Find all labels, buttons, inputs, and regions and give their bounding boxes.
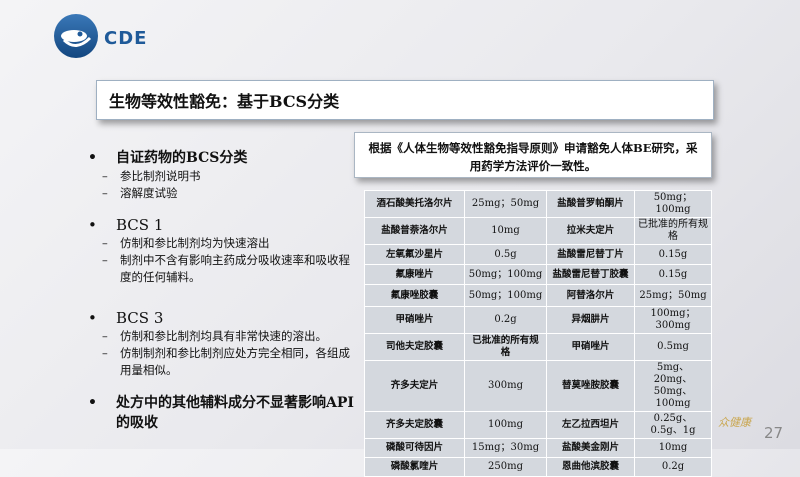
table-cell: 5mg、20mg、50mg、100mg [634, 360, 712, 412]
table-cell: 50mg；100mg [634, 190, 712, 218]
dash-icon: – [102, 186, 108, 200]
table-cell: 盐酸雷尼替丁片 [546, 244, 635, 265]
table-cell: 异烟肼片 [546, 306, 635, 334]
list-item-label: 自证药物的BCS分类 [116, 150, 248, 166]
table-cell: 0.15g [634, 264, 712, 285]
table-cell: 氟康唑片 [364, 264, 465, 285]
watermark-text: 众健康 [718, 416, 751, 429]
table-cell: 齐多夫定胶囊 [364, 411, 465, 439]
list-item: • BCS 3 [88, 308, 360, 328]
table-cell: 0.15g [634, 244, 712, 265]
table-cell: 氟康唑胶囊 [364, 284, 465, 307]
table-cell: 50mg；100mg [464, 284, 547, 307]
page-title: 生物等效性豁免：基于BCS分类 [109, 92, 340, 111]
sub-item: – 溶解度试验 [88, 185, 360, 202]
page-number: 27 [764, 424, 784, 442]
table-cell: 拉米夫定片 [546, 217, 635, 245]
sub-item-label: 参比制剂说明书 [120, 169, 201, 183]
bullet-icon: • [88, 150, 97, 166]
logo-text: CDE [104, 28, 148, 49]
table-cell: 左乙拉西坦片 [546, 411, 635, 439]
table-cell: 甲硝唑片 [546, 333, 635, 361]
table-row: 酒石酸美托洛尔片 25mg；50mg 盐酸普罗帕酮片 50mg；100mg [364, 190, 712, 218]
drug-table: 酒石酸美托洛尔片 25mg；50mg 盐酸普罗帕酮片 50mg；100mg 盐酸… [364, 190, 712, 477]
table-cell: 0.2g [464, 306, 547, 334]
table-row: 氟康唑片 50mg；100mg 盐酸雷尼替丁胶囊 0.15g [364, 264, 712, 285]
note-box: 根据《人体生物等效性豁免指导原则》申请豁免人体BE研究，采用药学方法评价一致性。 [354, 132, 712, 178]
table-row: 盐酸普萘洛尔片 10mg 拉米夫定片 已批准的所有规格 [364, 217, 712, 245]
table-cell: 盐酸雷尼替丁胶囊 [546, 264, 635, 285]
list-item-label: BCS 3 [116, 309, 164, 327]
bullet-icon: • [88, 216, 97, 234]
table-cell: 100mg [464, 411, 547, 439]
table-cell: 10mg [464, 217, 547, 245]
table-cell: 0.5g [464, 244, 547, 265]
table-row: 甲硝唑片 0.2g 异烟肼片 100mg；300mg [364, 306, 712, 334]
bullet-icon: • [88, 395, 97, 411]
sub-item-label: 仿制和参比制剂均为快速溶出 [120, 236, 270, 250]
table-row: 磷酸可待因片 15mg；30mg 盐酸美金刚片 10mg [364, 438, 712, 458]
table-cell: 已批准的所有规格 [464, 333, 547, 361]
table-cell: 100mg；300mg [634, 306, 712, 334]
table-cell: 盐酸普萘洛尔片 [364, 217, 465, 245]
bullet-icon: • [88, 309, 97, 327]
sub-item: – 仿制和参比制剂均为快速溶出 [88, 235, 360, 252]
list-item: • 自证药物的BCS分类 [88, 148, 360, 168]
table-cell: 已批准的所有规格 [634, 217, 712, 245]
table-cell: 0.2g [634, 457, 712, 477]
table-cell: 甲硝唑片 [364, 306, 465, 334]
table-row: 磷酸氯喹片 250mg 恩曲他滨胶囊 0.2g [364, 457, 712, 477]
sub-item-label: 溶解度试验 [120, 186, 178, 200]
table-row: 氟康唑胶囊 50mg；100mg 阿替洛尔片 25mg；50mg [364, 284, 712, 307]
sub-item: – 仿制制剂和参比制剂应处方完全相同，各组成用量相似。 [88, 345, 360, 379]
sub-item-label: 制剂中不含有影响主药成分吸收速率和吸收程度的任何辅料。 [120, 253, 350, 284]
table-cell: 250mg [464, 457, 547, 477]
table-cell: 0.5mg [634, 333, 712, 361]
list-item-label: BCS 1 [116, 216, 164, 234]
sub-item: – 仿制和参比制剂均具有非常快速的溶出。 [88, 328, 360, 345]
table-cell: 恩曲他滨胶囊 [546, 457, 635, 477]
table-cell: 50mg；100mg [464, 264, 547, 285]
table-cell: 酒石酸美托洛尔片 [364, 190, 465, 218]
sub-item-label: 仿制和参比制剂均具有非常快速的溶出。 [120, 329, 327, 343]
sub-item: – 参比制剂说明书 [88, 168, 360, 185]
dash-icon: – [102, 253, 108, 267]
table-cell: 阿替洛尔片 [546, 284, 635, 307]
dash-icon: – [102, 329, 108, 343]
table-row: 司他夫定胶囊 已批准的所有规格 甲硝唑片 0.5mg [364, 333, 712, 361]
table-cell: 左氧氟沙星片 [364, 244, 465, 265]
dash-icon: – [102, 236, 108, 250]
table-cell: 0.25g、0.5g、1g [634, 411, 712, 439]
table-row: 齐多夫定胶囊 100mg 左乙拉西坦片 0.25g、0.5g、1g [364, 411, 712, 439]
dash-icon: – [102, 169, 108, 183]
sub-item: – 制剂中不含有影响主药成分吸收速率和吸收程度的任何辅料。 [88, 252, 360, 286]
table-row: 齐多夫定片 300mg 替莫唑胺胶囊 5mg、20mg、50mg、100mg [364, 360, 712, 412]
list-item: • BCS 1 [88, 215, 360, 235]
note-text: 根据《人体生物等效性豁免指导原则》申请豁免人体BE研究，采用药学方法评价一致性。 [368, 141, 698, 173]
dash-icon: – [102, 346, 108, 360]
table-cell: 300mg [464, 360, 547, 412]
table-cell: 10mg [634, 438, 712, 458]
title-box: 生物等效性豁免：基于BCS分类 [96, 80, 714, 120]
table-cell: 齐多夫定片 [364, 360, 465, 412]
sub-item-label: 仿制制剂和参比制剂应处方完全相同，各组成用量相似。 [120, 346, 350, 377]
table-cell: 盐酸美金刚片 [546, 438, 635, 458]
table-cell: 磷酸可待因片 [364, 438, 465, 458]
table-row: 左氧氟沙星片 0.5g 盐酸雷尼替丁片 0.15g [364, 244, 712, 265]
table-cell: 盐酸普罗帕酮片 [546, 190, 635, 218]
table-cell: 15mg；30mg [464, 438, 547, 458]
table-cell: 25mg；50mg [634, 284, 712, 307]
table-cell: 磷酸氯喹片 [364, 457, 465, 477]
table-cell: 25mg；50mg [464, 190, 547, 218]
bullet-list: • 自证药物的BCS分类 – 参比制剂说明书 – 溶解度试验 • BCS 1 –… [88, 148, 360, 433]
list-item: • 处方中的其他辅料成分不显著影响API的吸收 [88, 393, 360, 433]
table-cell: 司他夫定胶囊 [364, 333, 465, 361]
list-item-label: 处方中的其他辅料成分不显著影响API的吸收 [116, 395, 354, 431]
table-cell: 替莫唑胺胶囊 [546, 360, 635, 412]
